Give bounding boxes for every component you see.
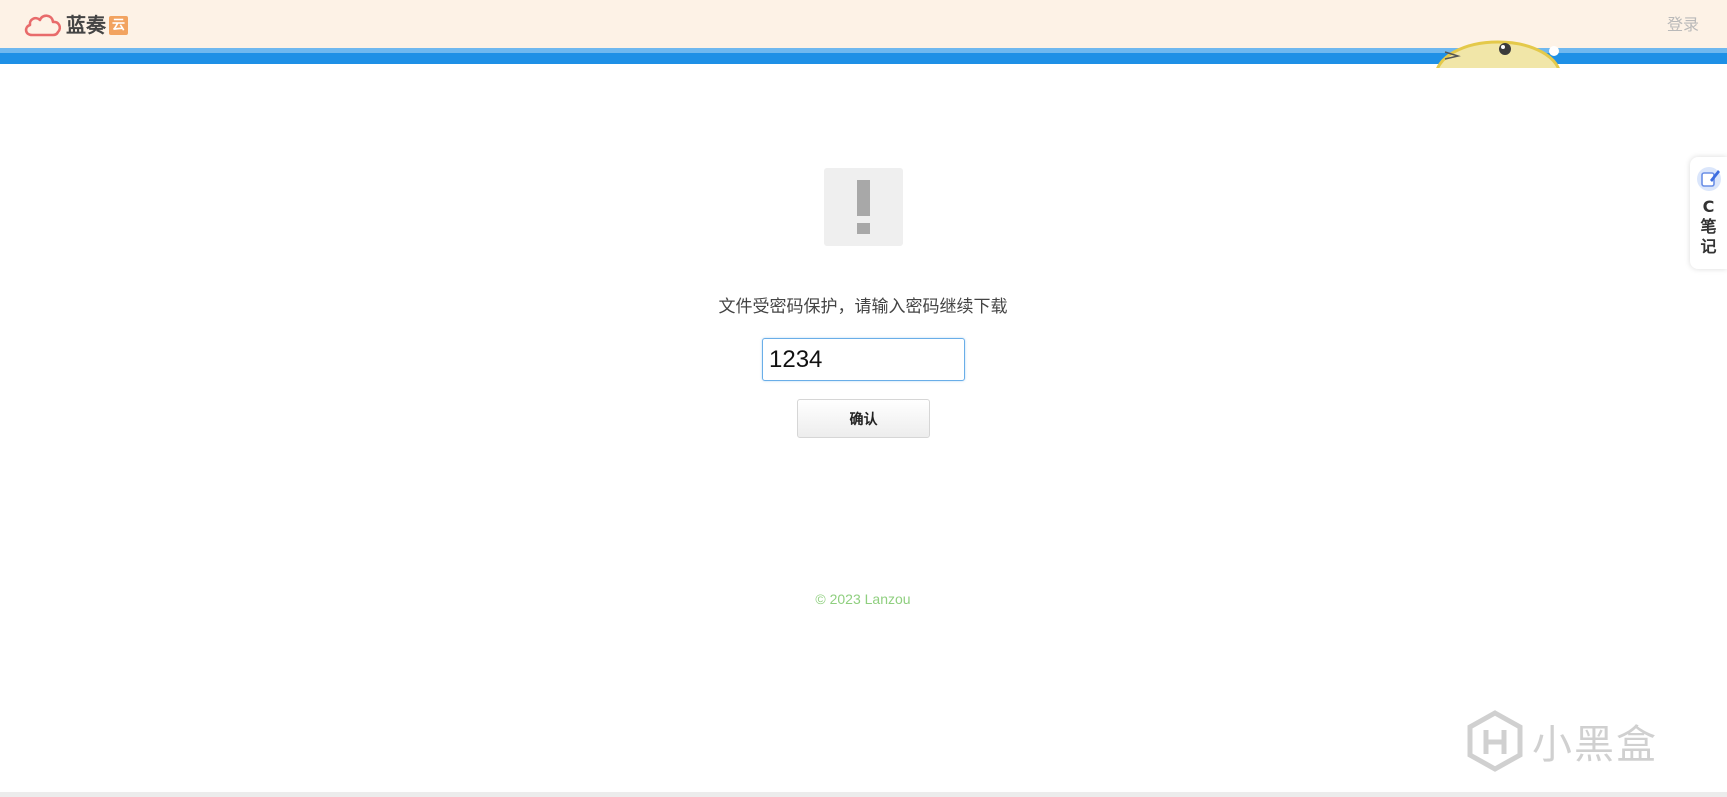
note-icon — [1697, 167, 1721, 191]
confirm-button[interactable]: 确认 — [797, 399, 930, 438]
mascot-illustration — [1436, 40, 1560, 68]
logo-badge: 云 — [109, 15, 128, 35]
password-prompt: 文件受密码保护，请输入密码继续下载 — [718, 297, 1008, 317]
bottom-divider — [0, 792, 1727, 797]
watermark-text: 小黑盒 — [1532, 722, 1658, 768]
page: 蓝奏 云 登录 文件受密码保护，请输入密码继续下载 确认 © 2023 Lanz… — [0, 0, 1727, 797]
logo-text: 蓝奏 — [66, 13, 106, 37]
exclamation-icon — [824, 168, 903, 246]
side-note-widget[interactable]: C 笔 记 — [1690, 157, 1727, 269]
exclamation-dot — [857, 223, 870, 234]
side-note-label: C 笔 记 — [1690, 197, 1727, 257]
exclamation-bar — [857, 180, 870, 216]
cloud-icon — [24, 14, 62, 37]
side-note-label-line2: 笔 — [1700, 217, 1717, 236]
heybox-watermark: 小黑盒 — [1466, 706, 1686, 776]
side-note-label-line1: C — [1702, 197, 1715, 216]
side-note-label-line3: 记 — [1700, 237, 1717, 256]
copyright-text: © 2023 Lanzou — [815, 591, 911, 607]
password-input[interactable] — [762, 338, 965, 381]
login-link[interactable]: 登录 — [1667, 15, 1699, 35]
heybox-logo-icon — [1467, 710, 1523, 772]
site-logo[interactable]: 蓝奏 云 — [22, 11, 128, 39]
